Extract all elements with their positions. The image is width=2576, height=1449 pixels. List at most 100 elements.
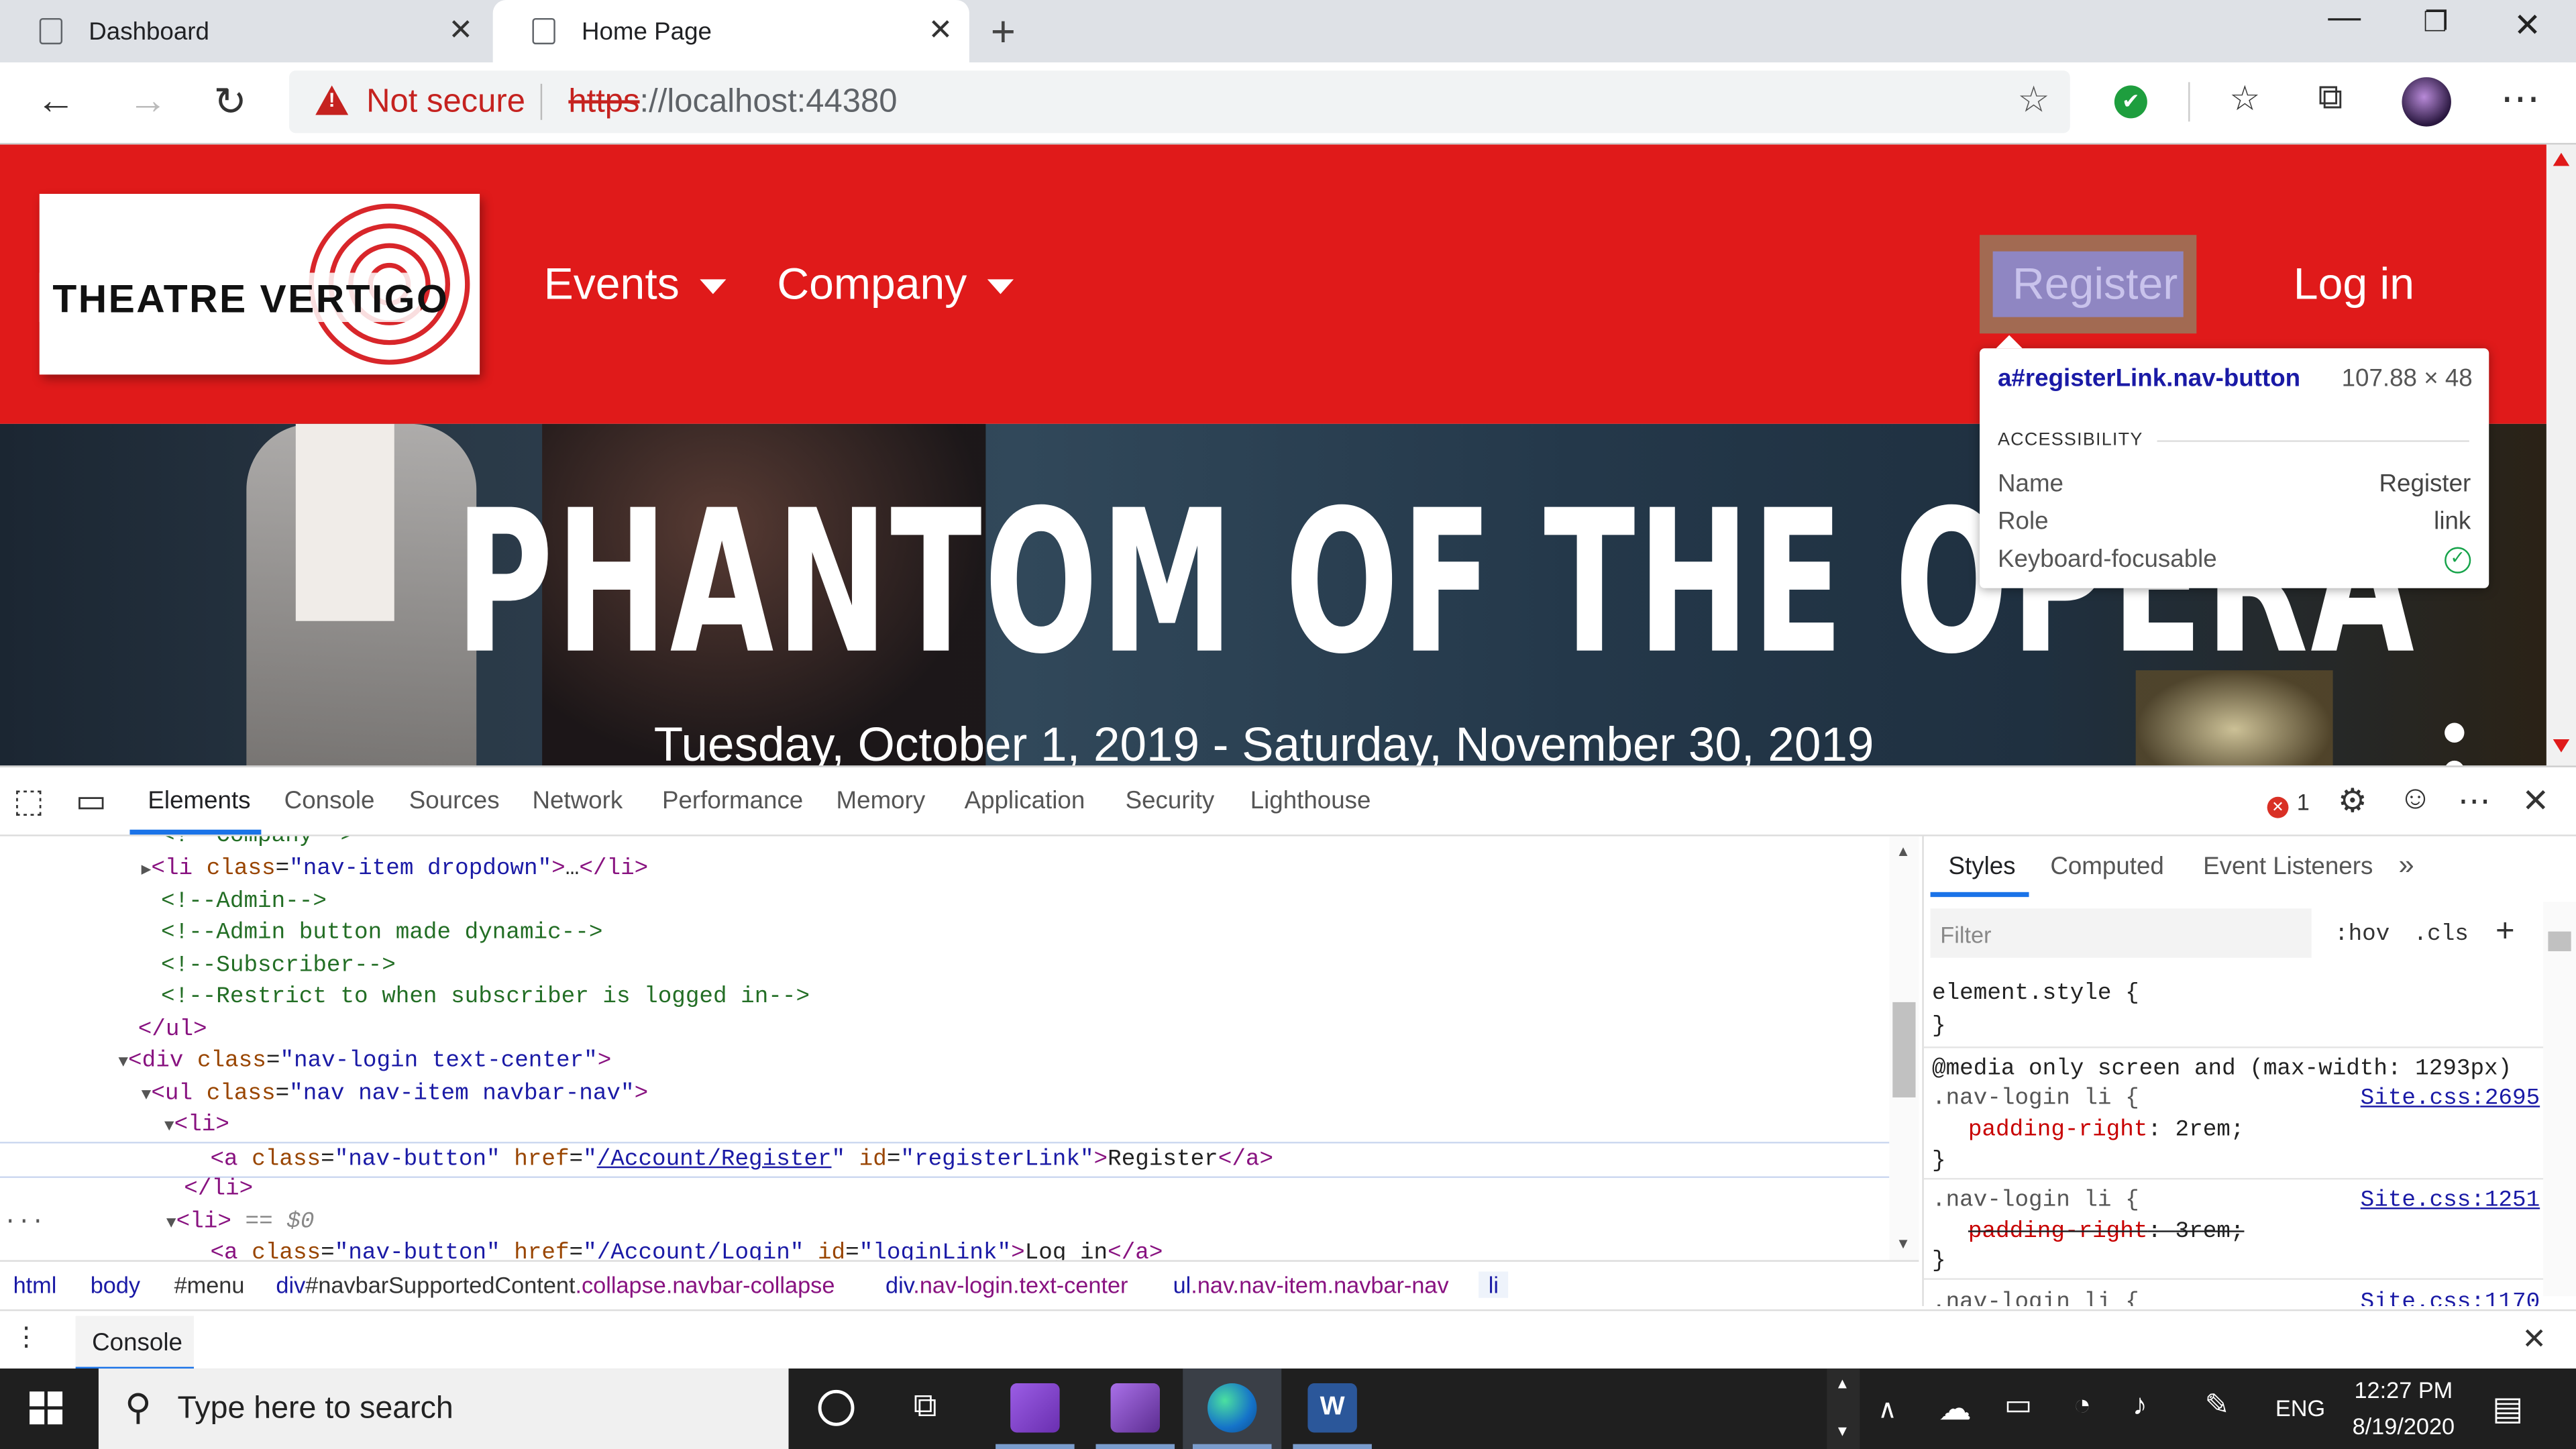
breadcrumb-li[interactable]: li [1479, 1271, 1509, 1298]
scroll-down-icon[interactable]: ▼ [1835, 1423, 1850, 1439]
word-icon[interactable]: W [1307, 1383, 1357, 1433]
profile-avatar[interactable] [2402, 77, 2451, 127]
more-icon[interactable]: ⋯ [2500, 76, 2540, 123]
register-link[interactable]: Register [2012, 260, 2178, 311]
minimize-icon[interactable]: — [2328, 0, 2361, 38]
new-tab-icon[interactable]: + [991, 7, 1016, 58]
url-text[interactable]: https://localhost:44380 [568, 84, 897, 121]
refresh-icon[interactable]: ↻ [213, 79, 246, 127]
dom-node[interactable]: <!--Company--> [0, 837, 1889, 853]
scroll-down-icon[interactable]: ▼ [1896, 1236, 1911, 1252]
favorite-star-icon[interactable]: ☆ [2017, 79, 2049, 122]
dom-node[interactable]: ··· ▼<li> == $0 [0, 1206, 1889, 1239]
breadcrumb-html[interactable]: html [13, 1272, 57, 1298]
window-close-icon[interactable]: ✕ [2514, 5, 2541, 46]
windows-start-icon[interactable] [30, 1391, 63, 1425]
tab-console[interactable]: Console [284, 787, 375, 815]
tab-dashboard[interactable]: Dashboard ✕ [0, 0, 490, 62]
dom-scroll-thumb[interactable] [1892, 1002, 1916, 1097]
device-toolbar-icon[interactable]: ▭ [76, 780, 107, 821]
drawer-menu-icon[interactable]: ⋮ [13, 1321, 40, 1354]
tab-performance[interactable]: Performance [662, 787, 803, 815]
feedback-icon[interactable]: ☺ [2399, 780, 2432, 818]
notifications-icon[interactable]: ▤ [2492, 1388, 2523, 1429]
tab-sources[interactable]: Sources [409, 787, 500, 815]
dom-node[interactable]: <!--Restrict to when subscriber is logge… [0, 981, 1889, 1014]
rule-selector[interactable]: .nav-login li { [1932, 1086, 2139, 1112]
login-link[interactable]: Log in [2294, 260, 2414, 311]
language-indicator[interactable]: ENG [2275, 1395, 2325, 1421]
clock-date[interactable]: 8/19/2020 [2346, 1413, 2461, 1439]
visual-studio-preview-icon[interactable] [1010, 1383, 1060, 1433]
element-style-rule[interactable]: element.style { [1932, 981, 2139, 1007]
visual-studio-icon[interactable] [1110, 1383, 1160, 1433]
dom-node[interactable]: <!--Subscriber--> [0, 950, 1889, 983]
dom-node[interactable]: ▼<div class="nav-login text-center"> [0, 1045, 1889, 1078]
collections-icon[interactable]: ⧉ [2318, 79, 2343, 119]
scroll-up-icon[interactable] [2553, 152, 2570, 166]
tab-application[interactable]: Application [965, 787, 1085, 815]
more-icon[interactable]: ⋯ [2458, 780, 2491, 821]
forward-icon[interactable]: → [128, 79, 168, 125]
extension-check-icon[interactable]: ✔ [2114, 85, 2147, 119]
settings-gear-icon[interactable]: ⚙ [2338, 780, 2367, 821]
dom-node[interactable]: <!--Admin button made dynamic--> [0, 917, 1889, 950]
styles-filter-input[interactable]: Filter [1930, 908, 2312, 958]
dom-node[interactable]: ▼<li> [0, 1109, 1889, 1142]
tab-lighthouse[interactable]: Lighthouse [1250, 787, 1371, 815]
drawer-tab-console[interactable]: Console [75, 1316, 194, 1372]
class-toggle-button[interactable]: .cls [2414, 922, 2469, 948]
site-logo[interactable]: THEATRE VERTIGO [39, 193, 480, 375]
breadcrumb-body[interactable]: body [91, 1272, 140, 1298]
inspect-element-icon[interactable]: ⬚ [13, 780, 44, 821]
dom-node[interactable]: <!--Admin--> [0, 885, 1889, 918]
security-indicator[interactable]: Not secure [366, 84, 525, 121]
source-link[interactable]: Site.css:1251 [2361, 1188, 2540, 1214]
error-counter[interactable]: ✕ 1 [2267, 789, 2310, 818]
new-rule-icon[interactable]: + [2496, 914, 2515, 951]
tab-memory[interactable]: Memory [837, 787, 926, 815]
page-scrollbar[interactable] [2546, 144, 2576, 766]
breadcrumb-nav-login[interactable]: div.nav-login.text-center [885, 1272, 1128, 1298]
clock-time[interactable]: 12:27 PM [2346, 1377, 2461, 1403]
breadcrumb-ul[interactable]: ul.nav.nav-item.navbar-nav [1173, 1272, 1449, 1298]
tab-computed[interactable]: Computed [2050, 853, 2164, 881]
taskbar-search[interactable]: ⚲ Type here to search [98, 1368, 789, 1449]
restore-icon[interactable]: ❐ [2423, 7, 2448, 40]
tab-network[interactable]: Network [532, 787, 623, 815]
tab-event-listeners[interactable]: Event Listeners [2203, 853, 2373, 881]
task-view-icon[interactable]: ⧉ [914, 1388, 937, 1426]
close-icon[interactable]: ✕ [928, 13, 953, 48]
tab-elements[interactable]: Elements [148, 787, 250, 815]
dom-node[interactable]: </ul> [0, 1014, 1889, 1046]
hover-state-button[interactable]: :hov [2334, 922, 2390, 948]
dom-node[interactable]: </li> [0, 1173, 1889, 1206]
edge-browser-icon[interactable] [1208, 1383, 1257, 1433]
css-declaration[interactable]: padding-right: 2rem; [1932, 1117, 2245, 1143]
nav-events-dropdown[interactable]: Events [544, 260, 726, 311]
rule-selector[interactable]: .nav-login li { [1932, 1289, 2139, 1305]
scroll-down-icon[interactable] [2553, 739, 2570, 753]
styles-scroll-thumb[interactable] [2548, 931, 2571, 951]
favorites-icon[interactable]: ☆ [2229, 79, 2260, 120]
back-icon[interactable]: ← [36, 79, 76, 125]
close-icon[interactable]: ✕ [448, 13, 473, 48]
nav-company-dropdown[interactable]: Company [777, 260, 1013, 311]
onedrive-cloud-icon[interactable]: ☁ [1939, 1388, 1972, 1429]
breadcrumb-menu[interactable]: #menu [174, 1272, 245, 1298]
scroll-up-icon[interactable]: ▲ [1896, 843, 1911, 859]
cortana-icon[interactable] [818, 1389, 855, 1426]
carousel-indicator[interactable] [2445, 760, 2465, 766]
tab-home-page[interactable]: Home Page ✕ [492, 0, 969, 63]
more-tabs-icon[interactable]: » [2399, 849, 2414, 882]
battery-icon[interactable]: ▭ [2004, 1388, 2033, 1422]
css-declaration-overridden[interactable]: padding-right: 3rem; [1932, 1219, 2245, 1245]
carousel-indicator[interactable] [2445, 722, 2465, 743]
volume-icon[interactable]: ♪ [2133, 1388, 2147, 1422]
close-drawer-icon[interactable]: ✕ [2522, 1322, 2546, 1356]
address-bar[interactable]: ! Not secure https://localhost:44380 ☆ [289, 70, 2070, 133]
rule-selector[interactable]: .nav-login li { [1932, 1188, 2139, 1214]
wifi-icon[interactable]: ◔ [2074, 1388, 2092, 1422]
dom-node[interactable]: <a class="nav-button" href="/Account/Log… [0, 1237, 1889, 1260]
tab-security[interactable]: Security [1126, 787, 1215, 815]
